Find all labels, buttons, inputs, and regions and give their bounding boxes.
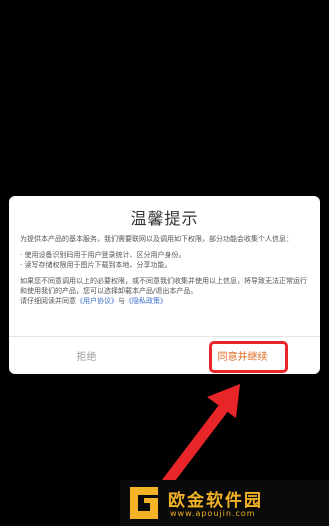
watermark-logo-icon (130, 487, 158, 519)
watermark-brand: 欧金软件园 (168, 491, 263, 511)
refuse-button[interactable]: 拒绝 (9, 337, 164, 374)
user-agreement-link[interactable]: 《用户协议》 (76, 297, 118, 305)
privacy-policy-link[interactable]: 《隐私政策》 (125, 297, 167, 305)
permission-item: · 读写存储权限用于图片下载到本地、分享功能。 (20, 261, 172, 269)
dialog-intro: 为提供本产品的基本服务，我们需要联网以及调用如下权限，部分功能会收集个人信息： (20, 235, 293, 243)
watermark: 欧金软件园 www.apoujin.com (120, 480, 329, 526)
watermark-url: www.apoujin.com (170, 509, 256, 518)
highlight-box (209, 341, 288, 373)
privacy-line: 请仔细阅读并同意《用户协议》与《隐私政策》 (20, 296, 310, 306)
privacy-and: 与 (118, 297, 125, 305)
dialog-body: 为提供本产品的基本服务，我们需要联网以及调用如下权限，部分功能会收集个人信息： … (20, 234, 310, 306)
permission-item: · 使用设备识别码用于用户登录统计、区分用户身份。 (20, 251, 186, 259)
dialog-notice: 如果您不同意调用以上的必要权限，或不同意我们收集并使用以上信息，将导致无法正常运… (20, 277, 307, 295)
dialog-title: 温馨提示 (130, 209, 199, 228)
privacy-prefix: 请仔细阅读并同意 (20, 297, 76, 305)
